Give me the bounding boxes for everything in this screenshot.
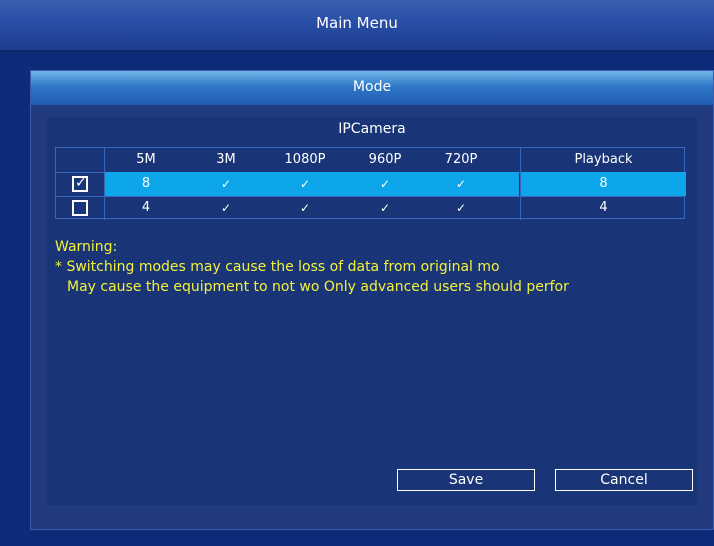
cell-playback: 4: [599, 200, 608, 215]
check-icon: ✓: [455, 177, 467, 191]
check-icon: ✓: [379, 201, 391, 215]
warning-line-2: May cause the equipment to not wo Only a…: [67, 279, 569, 295]
mode-content-panel: IPCamera 5M 3M 1080P 960P 720P Playback: [47, 117, 697, 505]
mode-dialog: Mode IPCamera 5M 3M 1080P 960P 720P Play…: [30, 70, 714, 530]
warning-line-1: * Switching modes may cause the loss of …: [55, 259, 500, 275]
check-icon: ✓: [299, 201, 311, 215]
check-icon: ✓: [455, 201, 467, 215]
main-menu-titlebar: Main Menu: [0, 0, 714, 52]
cancel-button[interactable]: Cancel: [555, 469, 693, 491]
cell-playback: 8: [599, 176, 608, 191]
mode-checkbox-row1[interactable]: ✓: [72, 175, 88, 192]
check-icon: ✓: [220, 177, 232, 191]
header-720p: 720P: [444, 152, 478, 167]
warning-label: Warning:: [55, 239, 118, 255]
table-row[interactable]: ✓ 8 ✓ ✓ ✓ ✓ 8: [56, 172, 686, 196]
table-row[interactable]: 4 ✓ ✓ ✓ ✓ 4: [56, 196, 684, 220]
header-playback: Playback: [574, 152, 633, 167]
warning-block: Warning: * Switching modes may cause the…: [55, 237, 685, 297]
mode-title: Mode: [352, 79, 392, 95]
ipcamera-section-title: IPCamera: [338, 121, 406, 137]
check-icon: ✓: [220, 201, 232, 215]
mode-checkbox-row2[interactable]: [72, 200, 88, 216]
header-1080p: 1080P: [284, 152, 326, 167]
check-icon: ✓: [379, 177, 391, 191]
cell-5m: 4: [141, 200, 151, 215]
save-button[interactable]: Save: [397, 469, 535, 491]
check-icon: ✓: [299, 177, 311, 191]
mode-titlebar: Mode: [31, 71, 713, 105]
checkmark-icon: ✓: [75, 175, 87, 191]
cell-5m: 8: [141, 176, 151, 191]
header-960p: 960P: [368, 152, 402, 167]
mode-table: 5M 3M 1080P 960P 720P Playback ✓ 8 ✓ ✓ ✓…: [55, 147, 686, 220]
table-header-row: 5M 3M 1080P 960P 720P Playback: [56, 148, 684, 172]
header-5m: 5M: [136, 152, 156, 167]
header-3m: 3M: [216, 152, 236, 167]
main-menu-title: Main Menu: [316, 14, 398, 32]
